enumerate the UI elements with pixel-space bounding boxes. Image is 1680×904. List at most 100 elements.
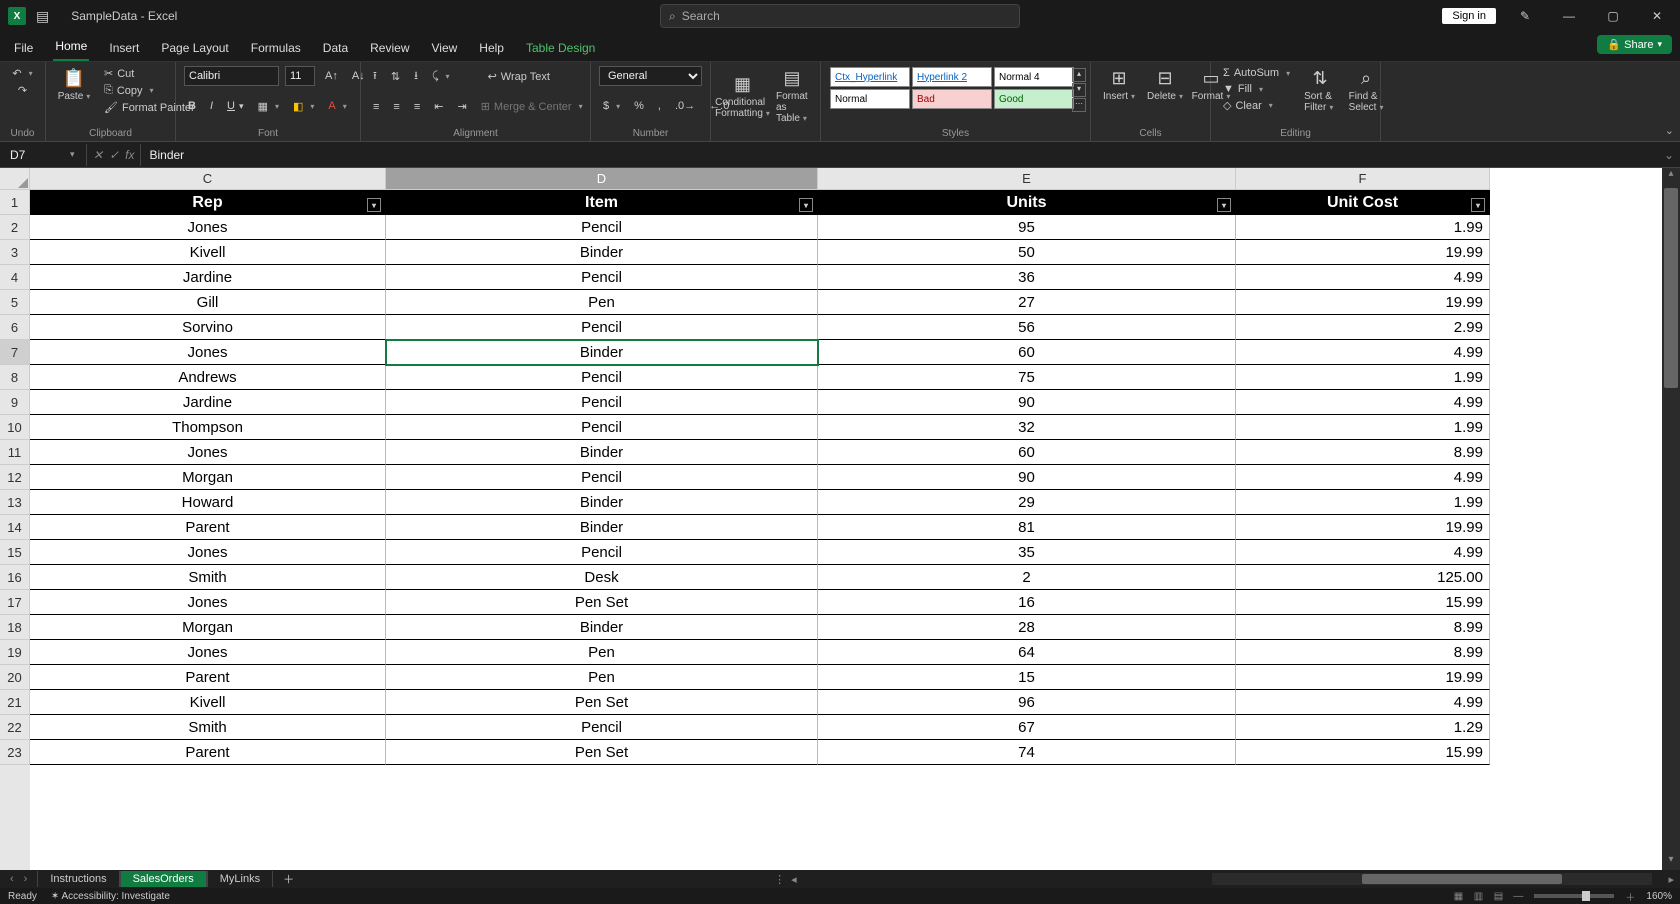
cell[interactable]: Pencil — [386, 415, 818, 440]
expand-formula-bar[interactable]: ⌄ — [1658, 148, 1680, 162]
increase-indent[interactable]: ⇥ — [453, 99, 470, 114]
row-header-19[interactable]: 19 — [0, 640, 30, 665]
select-all-corner[interactable] — [0, 168, 30, 190]
cell[interactable]: Morgan — [30, 615, 386, 640]
search-box[interactable]: ⌕ Search — [660, 4, 1020, 28]
new-sheet-button[interactable]: ＋ — [273, 871, 304, 887]
cell[interactable]: 36 — [818, 265, 1236, 290]
row-header-22[interactable]: 22 — [0, 715, 30, 740]
cell[interactable]: 67 — [818, 715, 1236, 740]
wrap-text-button[interactable]: ↩ Wrap Text — [484, 69, 554, 84]
row-header-17[interactable]: 17 — [0, 590, 30, 615]
cell[interactable]: 4.99 — [1236, 465, 1490, 490]
cell[interactable]: Binder — [386, 240, 818, 265]
row-header-5[interactable]: 5 — [0, 290, 30, 315]
cell[interactable]: Desk — [386, 565, 818, 590]
row-header-12[interactable]: 12 — [0, 465, 30, 490]
cell[interactable]: Jones — [30, 340, 386, 365]
format-as-table-button[interactable]: ▤Format as Table — [772, 66, 812, 126]
table-header-item[interactable]: Item — [386, 190, 818, 215]
cell[interactable]: 35 — [818, 540, 1236, 565]
cell[interactable]: Sorvino — [30, 315, 386, 340]
tab-review[interactable]: Review — [368, 37, 411, 61]
cell[interactable]: 19.99 — [1236, 290, 1490, 315]
formula-input[interactable] — [141, 144, 1657, 166]
undo-button[interactable]: ↶ — [8, 66, 36, 81]
comma-format[interactable]: , — [654, 99, 665, 113]
cell[interactable]: Jones — [30, 640, 386, 665]
font-color-button[interactable]: A — [324, 99, 350, 113]
col-header-E[interactable]: E — [818, 168, 1236, 190]
zoom-in-button[interactable]: ＋ — [1620, 889, 1640, 904]
cell[interactable]: 90 — [818, 465, 1236, 490]
tab-insert[interactable]: Insert — [107, 37, 141, 61]
cell[interactable]: Jones — [30, 215, 386, 240]
row-header-9[interactable]: 9 — [0, 390, 30, 415]
sheet-tab-instructions[interactable]: Instructions — [37, 871, 119, 887]
row-header-16[interactable]: 16 — [0, 565, 30, 590]
filter-rep[interactable] — [367, 198, 381, 212]
cancel-formula-icon[interactable]: ✕ — [93, 148, 103, 162]
tab-page-layout[interactable]: Page Layout — [159, 37, 230, 61]
cell[interactable]: Binder — [386, 340, 818, 365]
insert-cells-button[interactable]: ⊞Insert — [1099, 66, 1139, 104]
cell[interactable]: Kivell — [30, 240, 386, 265]
row-header-23[interactable]: 23 — [0, 740, 30, 765]
cell[interactable]: 4.99 — [1236, 690, 1490, 715]
cell[interactable]: 90 — [818, 390, 1236, 415]
cell[interactable]: Binder — [386, 440, 818, 465]
cells-area[interactable]: RepItemUnitsUnit CostJonesPencil951.99Ki… — [30, 190, 1490, 870]
col-header-F[interactable]: F — [1236, 168, 1490, 190]
fill-color-button[interactable]: ◧ — [289, 99, 318, 114]
cell[interactable]: 75 — [818, 365, 1236, 390]
row-header-10[interactable]: 10 — [0, 415, 30, 440]
cell[interactable]: Pencil — [386, 715, 818, 740]
bold-button[interactable]: B — [184, 99, 200, 113]
tab-file[interactable]: File — [12, 37, 35, 61]
scroll-down-icon[interactable]: ▾ — [1662, 854, 1680, 870]
row-header-7[interactable]: 7 — [0, 340, 30, 365]
cell[interactable]: 1.99 — [1236, 215, 1490, 240]
align-center[interactable]: ≡ — [389, 100, 403, 114]
fill-button[interactable]: ▼ Fill — [1219, 82, 1294, 96]
vscroll-thumb[interactable] — [1664, 188, 1678, 388]
style-hyperlink2[interactable]: Hyperlink 2 — [912, 67, 992, 87]
col-header-C[interactable]: C — [30, 168, 386, 190]
align-left[interactable]: ≡ — [369, 100, 383, 114]
align-middle[interactable]: ⇅ — [387, 69, 404, 84]
align-top[interactable]: ⭱ — [369, 66, 381, 87]
style-bad[interactable]: Bad — [912, 89, 992, 109]
save-icon[interactable]: ▤ — [36, 8, 49, 25]
cell[interactable]: 2.99 — [1236, 315, 1490, 340]
cell[interactable]: Andrews — [30, 365, 386, 390]
cell[interactable]: Binder — [386, 615, 818, 640]
tab-formulas[interactable]: Formulas — [249, 37, 303, 61]
row-header-13[interactable]: 13 — [0, 490, 30, 515]
redo-button[interactable]: ↷ — [14, 83, 31, 98]
zoom-level[interactable]: 160% — [1646, 891, 1672, 902]
cell-styles-gallery[interactable]: Ctx_Hyperlink Hyperlink 2 Normal 4 Norma… — [829, 66, 1081, 110]
cell[interactable]: Pencil — [386, 365, 818, 390]
cell[interactable]: 19.99 — [1236, 665, 1490, 690]
cell[interactable]: 4.99 — [1236, 540, 1490, 565]
cell[interactable]: 64 — [818, 640, 1236, 665]
cell[interactable]: Parent — [30, 665, 386, 690]
row-header-21[interactable]: 21 — [0, 690, 30, 715]
cell[interactable]: 1.29 — [1236, 715, 1490, 740]
cell[interactable]: Jones — [30, 590, 386, 615]
coming-soon-icon[interactable]: ✎ — [1510, 9, 1540, 23]
clear-button[interactable]: ◇ Clear — [1219, 98, 1294, 113]
table-header-units[interactable]: Units — [818, 190, 1236, 215]
row-header-2[interactable]: 2 — [0, 215, 30, 240]
increase-decimal[interactable]: .0→ — [671, 99, 699, 113]
tab-data[interactable]: Data — [321, 37, 350, 61]
row-header-20[interactable]: 20 — [0, 665, 30, 690]
cell[interactable]: 15.99 — [1236, 590, 1490, 615]
fx-icon[interactable]: fx — [125, 148, 134, 162]
percent-format[interactable]: % — [630, 99, 648, 113]
cell[interactable]: 81 — [818, 515, 1236, 540]
underline-button[interactable]: U▾ — [223, 99, 248, 113]
cell[interactable]: 4.99 — [1236, 265, 1490, 290]
orientation-button[interactable]: ⤹ — [428, 69, 454, 84]
border-button[interactable]: ▦ — [254, 99, 283, 114]
